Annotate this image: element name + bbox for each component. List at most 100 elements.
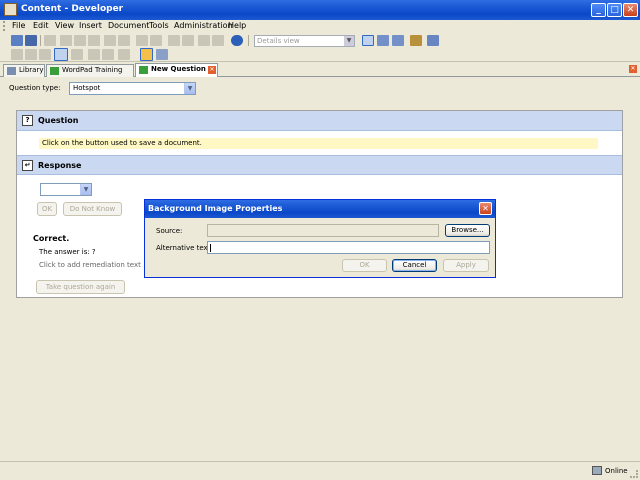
- toolbar-separator: [248, 35, 249, 46]
- help-icon[interactable]: [231, 35, 243, 46]
- background-image-dialog: Background Image Properties ✕ Source: Br…: [144, 199, 496, 278]
- undo-icon[interactable]: [136, 35, 148, 46]
- tab-library[interactable]: Library: [3, 64, 45, 77]
- magnifier-icon[interactable]: [156, 49, 168, 60]
- toolbar-disabled-icon[interactable]: [102, 49, 114, 60]
- toolbar-disabled-icon[interactable]: [88, 49, 100, 60]
- tab-new-question[interactable]: New Question ✕: [135, 63, 218, 77]
- toolbar-disabled-icon[interactable]: [118, 49, 130, 60]
- question-prompt[interactable]: Click on the button used to save a docum…: [39, 138, 598, 149]
- dialog-cancel-button[interactable]: Cancel: [392, 259, 437, 272]
- print-icon[interactable]: [44, 35, 56, 46]
- save-icon[interactable]: [25, 35, 37, 46]
- question-type-label: Question type:: [9, 84, 61, 92]
- response-ok-button[interactable]: OK: [37, 202, 57, 216]
- document-tabs: Library WordPad Training New Question ✕: [0, 62, 640, 77]
- copy-icon[interactable]: [74, 35, 86, 46]
- dialog-close-button[interactable]: ✕: [479, 202, 492, 215]
- dialog-titlebar[interactable]: Background Image Properties ✕: [145, 200, 495, 218]
- browse-button[interactable]: Browse...: [445, 224, 490, 237]
- question-type-value: Hotspot: [73, 84, 101, 92]
- paste-icon[interactable]: [88, 35, 100, 46]
- replace-icon[interactable]: [212, 35, 224, 46]
- view-select[interactable]: Details view ▼: [254, 35, 355, 47]
- tab-label: Library: [19, 66, 44, 74]
- menu-bar: File Edit View Insert Document Tools Adm…: [0, 20, 640, 32]
- check-question-icon: [139, 66, 148, 74]
- chevron-down-icon: ▼: [344, 36, 354, 46]
- menu-insert[interactable]: Insert: [79, 21, 102, 30]
- text-caret: [210, 244, 211, 252]
- window-titlebar[interactable]: Content - Developer _ □ ✕: [0, 0, 640, 20]
- response-header: Response: [38, 161, 82, 170]
- view-select-value: Details view: [257, 37, 300, 45]
- find-icon[interactable]: [198, 35, 210, 46]
- folder-icon[interactable]: [410, 35, 422, 46]
- source-field[interactable]: [207, 224, 439, 237]
- question-icon: ?: [22, 115, 33, 126]
- tab-label: New Question: [151, 65, 206, 73]
- menu-file[interactable]: File: [12, 21, 25, 30]
- response-section-header: ↵ Response: [17, 155, 622, 175]
- toolbar-disabled-icon[interactable]: [11, 49, 23, 60]
- toolbar-row-1: Details view ▼: [0, 33, 640, 48]
- response-select[interactable]: ▼: [40, 183, 92, 196]
- status-bar: Online: [0, 461, 640, 480]
- window-title: Content - Developer: [21, 4, 124, 14]
- cut-icon[interactable]: [60, 35, 72, 46]
- pencil-icon[interactable]: [140, 48, 153, 61]
- toolbar-disabled-icon[interactable]: [25, 49, 37, 60]
- toolbar-disabled-icon[interactable]: [39, 49, 51, 60]
- dialog-title: Background Image Properties: [148, 204, 283, 213]
- app-icon: [4, 3, 17, 16]
- delete-icon[interactable]: [104, 35, 116, 46]
- check-icon: [50, 67, 59, 75]
- feedback-answer: The answer is: ?: [39, 248, 96, 256]
- columns-icon[interactable]: [427, 35, 439, 46]
- library-icon: [7, 67, 16, 75]
- resize-grip[interactable]: [630, 470, 638, 478]
- menu-view[interactable]: View: [55, 21, 74, 30]
- background-image-icon[interactable]: [54, 48, 68, 61]
- dialog-ok-button[interactable]: OK: [342, 259, 387, 272]
- toolbar-row-2: [0, 48, 640, 63]
- properties-icon[interactable]: [118, 35, 130, 46]
- menu-edit[interactable]: Edit: [33, 21, 49, 30]
- menu-document[interactable]: Document: [108, 21, 149, 30]
- menu-help[interactable]: Help: [228, 21, 246, 30]
- question-header: Question: [38, 116, 79, 125]
- redo-icon[interactable]: [150, 35, 162, 46]
- online-icon: [592, 466, 602, 475]
- tab-wordpad-training[interactable]: WordPad Training: [46, 64, 134, 77]
- window-close-button[interactable]: ✕: [623, 3, 638, 17]
- minimize-button[interactable]: _: [591, 3, 606, 17]
- do-not-know-button[interactable]: Do Not Know: [63, 202, 122, 216]
- menu-administration[interactable]: Administration: [174, 21, 233, 30]
- response-icon: ↵: [22, 160, 33, 171]
- panel-close-icon[interactable]: ✕: [629, 65, 637, 73]
- take-question-again-button[interactable]: Take question again: [36, 280, 125, 294]
- dialog-apply-button[interactable]: Apply: [443, 259, 489, 272]
- toolbar-separator: [40, 35, 41, 46]
- tab-close-icon[interactable]: ✕: [208, 66, 216, 74]
- feedback-title: Correct.: [33, 234, 70, 243]
- alt-text-field[interactable]: [207, 241, 490, 254]
- status-text: Online: [605, 467, 628, 475]
- link-icon[interactable]: [168, 35, 180, 46]
- remediation-text[interactable]: Click to add remediation text: [39, 261, 141, 269]
- view-layout-1-icon[interactable]: [362, 35, 374, 46]
- question-section-header: ? Question: [17, 111, 622, 131]
- maximize-button[interactable]: □: [607, 3, 622, 17]
- unlink-icon[interactable]: [182, 35, 194, 46]
- source-label: Source:: [156, 227, 183, 235]
- toolbar-disabled-icon[interactable]: [71, 49, 83, 60]
- new-icon[interactable]: [11, 35, 23, 46]
- menu-tools[interactable]: Tools: [149, 21, 169, 30]
- view-layout-2-icon[interactable]: [377, 35, 389, 46]
- chevron-down-icon: ▼: [80, 184, 91, 195]
- tab-label: WordPad Training: [62, 66, 123, 74]
- view-layout-3-icon[interactable]: [392, 35, 404, 46]
- question-type-select[interactable]: Hotspot ▼: [69, 82, 196, 95]
- chevron-down-icon: ▼: [184, 83, 195, 94]
- menu-grip: [3, 21, 6, 31]
